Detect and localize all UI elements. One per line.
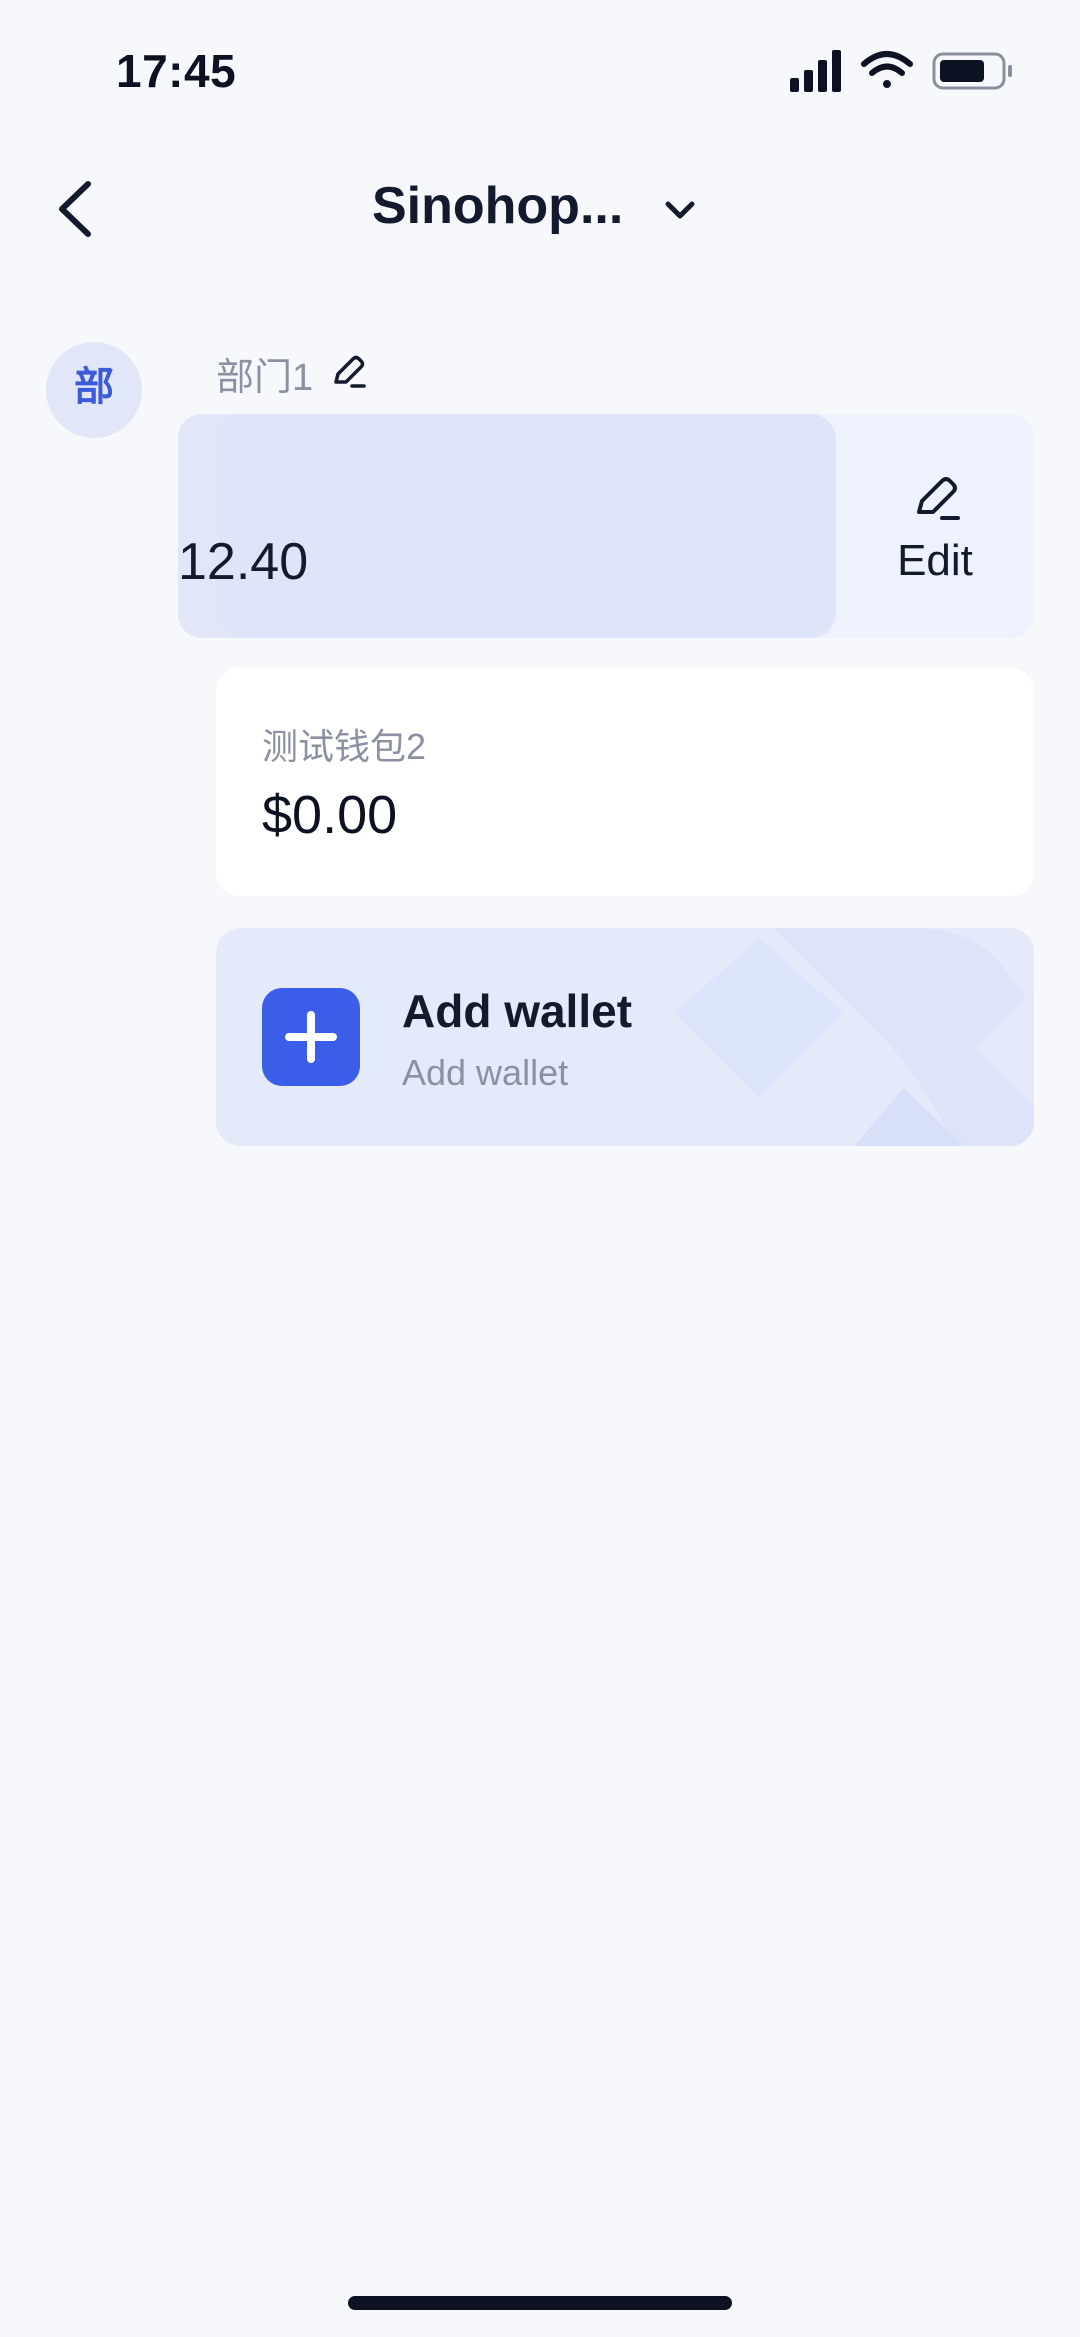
status-icons: [790, 50, 1012, 92]
department-avatar: 部: [46, 342, 142, 438]
edit-action-label: Edit: [897, 536, 973, 585]
wallet-balance-swiped: 12.40: [178, 533, 309, 591]
edit-wallet-button[interactable]: Edit: [836, 414, 1034, 638]
department-name: 部门1: [216, 357, 314, 399]
wallet-balance: $0.00: [262, 785, 398, 845]
pencil-icon: [334, 355, 366, 388]
back-button[interactable]: [48, 176, 108, 242]
add-wallet-subtitle: Add wallet: [402, 1052, 569, 1093]
plus-icon: [285, 1011, 337, 1063]
wallet-row-swiped[interactable]: 12.40 Edit: [178, 414, 1034, 638]
status-time: 17:45: [116, 45, 237, 97]
wifi-icon: [861, 51, 913, 88]
page-title[interactable]: Sinohop...: [372, 176, 623, 236]
battery-icon: [932, 52, 1012, 90]
department-avatar-text: 部: [74, 365, 114, 409]
wallet-card[interactable]: 测试钱包2 $0.00: [216, 668, 1034, 896]
wallet-name: 测试钱包2: [262, 726, 427, 767]
home-indicator[interactable]: [348, 2296, 732, 2310]
wallet-card-swiped[interactable]: 12.40: [178, 414, 836, 638]
chevron-down-icon: [665, 201, 695, 219]
wallet-card-swiped-inner: [216, 414, 836, 638]
decorative-pattern: [674, 928, 1034, 1146]
chevron-left-icon: [59, 181, 91, 237]
add-wallet-title: Add wallet: [402, 985, 633, 1037]
signal-icon: [790, 50, 841, 92]
department-edit-button[interactable]: [328, 352, 368, 392]
add-wallet-card[interactable]: Add wallet Add wallet: [216, 928, 1034, 1146]
pencil-icon: [917, 477, 960, 520]
title-dropdown-button[interactable]: [660, 190, 700, 230]
add-wallet-icon-button[interactable]: [262, 988, 360, 1086]
